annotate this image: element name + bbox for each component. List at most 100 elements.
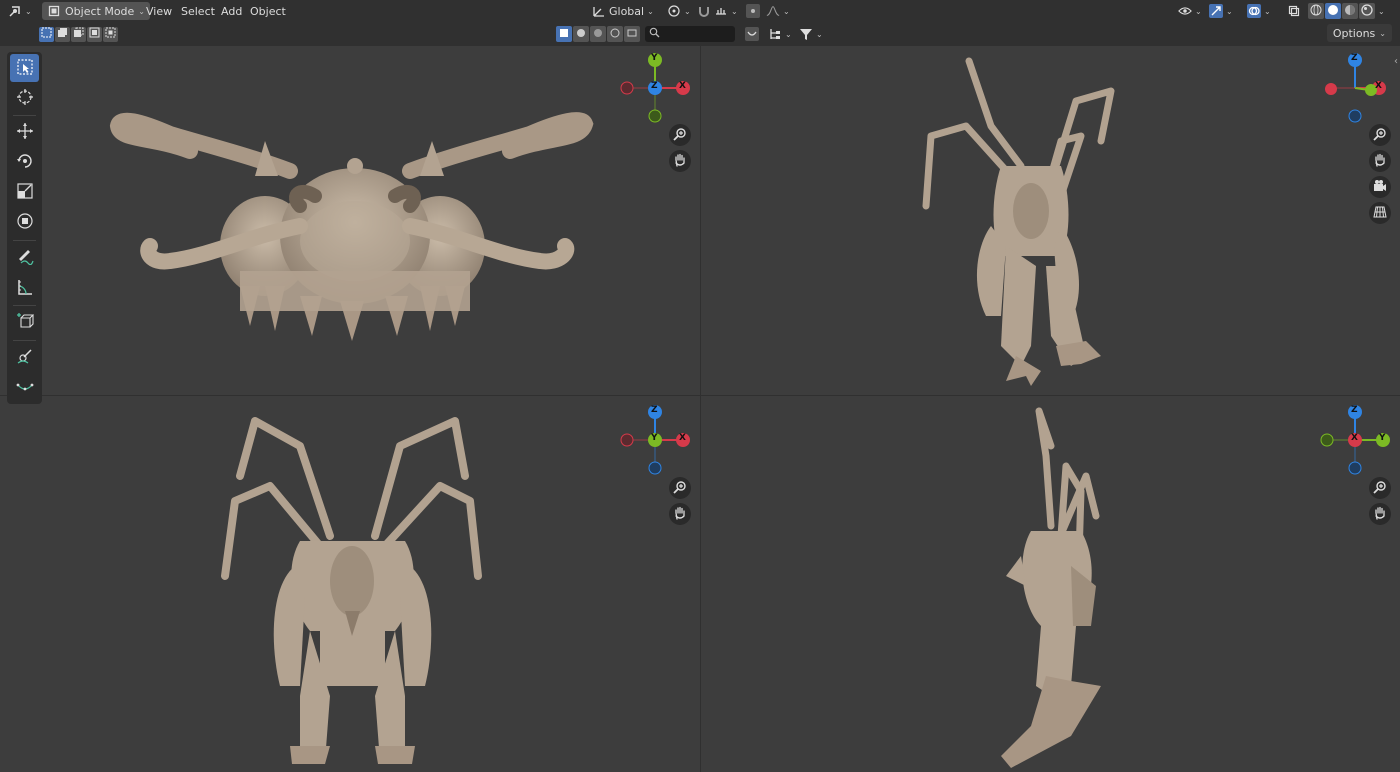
search-field[interactable] (645, 26, 735, 42)
chevron-down-icon: ⌄ (816, 29, 823, 39)
measure-icon (16, 278, 34, 299)
select-extend-button[interactable] (55, 26, 70, 42)
toolbar-separator (13, 340, 36, 341)
viewport-bottom-left[interactable]: Z Y X (0, 396, 700, 772)
material-sphere-icon (1344, 4, 1356, 19)
orientation-icon (592, 4, 606, 18)
chevron-down-icon: ⌄ (684, 6, 691, 16)
pan-button[interactable] (669, 150, 691, 172)
model-side-view (1001, 407, 1101, 768)
axis-gizmo-bottom-right[interactable]: Z X Y (1317, 402, 1393, 478)
select-new-icon (41, 27, 52, 41)
overlay-toggle[interactable]: ⌄ (1247, 2, 1271, 20)
select-extend-icon (57, 27, 68, 41)
axis-gizmo-top-left[interactable]: Y Z X (617, 50, 693, 126)
editor-type-button[interactable]: ⌄ (8, 2, 32, 20)
viewport-option-3-button[interactable] (590, 26, 606, 42)
zoom-button[interactable] (669, 477, 691, 499)
camera-view-button[interactable] (1369, 176, 1391, 198)
model-front-view (221, 417, 482, 764)
hierarchy-icon (768, 27, 782, 41)
viewport-top-left[interactable]: Y Z X (0, 46, 700, 395)
filter-toggle[interactable] (745, 25, 759, 43)
tool-shelf (7, 52, 42, 404)
select-new-button[interactable] (39, 26, 54, 42)
rotate-tool[interactable] (10, 148, 39, 176)
gizmo-toggle[interactable]: ⌄ (1209, 2, 1233, 20)
globe-icon (610, 28, 620, 41)
proportional-edit-toggle[interactable] (746, 2, 760, 20)
xray-toggle[interactable] (1287, 2, 1301, 20)
select-invert-button[interactable] (87, 26, 102, 42)
options-button[interactable]: Options ⌄ (1326, 24, 1392, 42)
zoom-button[interactable] (669, 124, 691, 146)
transform-tool[interactable] (10, 208, 39, 236)
hierarchy-select[interactable]: ⌄ (768, 25, 792, 43)
curve-icon (16, 377, 34, 398)
wireframe-sphere-icon (1310, 4, 1322, 19)
projection-toggle-button[interactable] (1369, 202, 1391, 224)
menu-view[interactable]: View (146, 2, 172, 20)
proportional-edit-icon (746, 4, 760, 18)
select-subtract-icon (73, 27, 84, 41)
viewport-option-5-button[interactable] (624, 26, 640, 42)
snap-grid-icon (714, 4, 728, 18)
cursor-tool[interactable] (10, 84, 39, 112)
pan-button[interactable] (1369, 150, 1391, 172)
menu-select[interactable]: Select (181, 2, 215, 20)
chevron-down-icon: ⌄ (647, 6, 654, 16)
menu-add[interactable]: Add (221, 2, 242, 20)
wireframe-shading-button[interactable] (1308, 3, 1324, 19)
sculpt-icon (16, 347, 34, 368)
curve-tool[interactable] (10, 373, 39, 401)
zoom-icon (673, 480, 687, 497)
measure-tool[interactable] (10, 274, 39, 302)
gizmo-label-x: X (1375, 81, 1382, 91)
move-icon (16, 122, 34, 143)
square-icon (559, 28, 569, 41)
hand-pan-icon (1373, 153, 1387, 170)
scale-tool[interactable] (10, 178, 39, 206)
add-cube-icon (16, 312, 34, 333)
gizmo-label-y: Y (651, 53, 658, 63)
curve-bowl-icon (745, 27, 759, 41)
annotate-tool[interactable] (10, 243, 39, 271)
select-subtract-button[interactable] (71, 26, 86, 42)
select-box-tool[interactable] (10, 54, 39, 82)
move-tool[interactable] (10, 118, 39, 146)
axis-gizmo-bottom-left[interactable]: Z Y X (617, 402, 693, 478)
zoom-button[interactable] (1369, 124, 1391, 146)
viewport-option-4-button[interactable] (607, 26, 623, 42)
sculpt-tool[interactable] (10, 343, 39, 371)
sidebar-toggle-arrow[interactable]: ‹ (1394, 56, 1398, 67)
viewport-bottom-right[interactable]: Z X Y (701, 396, 1400, 772)
transform-orientation-select[interactable]: Global ⌄ (592, 2, 654, 20)
magnet-icon (697, 4, 711, 18)
mode-select[interactable]: Object Mode ⌄ (42, 2, 150, 20)
pan-button[interactable] (669, 503, 691, 525)
menu-select-label: Select (181, 4, 215, 18)
menu-view-label: View (146, 4, 173, 18)
snap-toggle[interactable] (697, 2, 711, 20)
rotate-icon (16, 152, 34, 173)
model-top-view (109, 112, 594, 341)
gizmo-label-z: Z (1351, 53, 1358, 63)
viewport-top-right[interactable]: Z X ‹ (701, 46, 1400, 395)
falloff-select[interactable]: ⌄ (766, 2, 790, 20)
pan-button[interactable] (1369, 503, 1391, 525)
add-cube-tool[interactable] (10, 308, 39, 336)
snap-target-select[interactable]: ⌄ (714, 2, 738, 20)
menu-object[interactable]: Object (250, 2, 286, 20)
viewport-option-1-button[interactable] (556, 26, 572, 42)
select-intersect-button[interactable] (103, 26, 118, 42)
pivot-point-select[interactable]: ⌄ (667, 2, 691, 20)
rendered-shading-button[interactable] (1359, 3, 1375, 19)
solid-shading-button[interactable] (1325, 3, 1341, 19)
selection-mode-group (39, 25, 118, 43)
filter-select[interactable]: ⌄ (799, 25, 823, 43)
material-shading-button[interactable] (1342, 3, 1358, 19)
zoom-button[interactable] (1369, 477, 1391, 499)
axis-gizmo-top-right[interactable]: Z X (1317, 50, 1393, 126)
viewport-option-2-button[interactable] (573, 26, 589, 42)
visibility-select[interactable]: ⌄ (1178, 2, 1202, 20)
